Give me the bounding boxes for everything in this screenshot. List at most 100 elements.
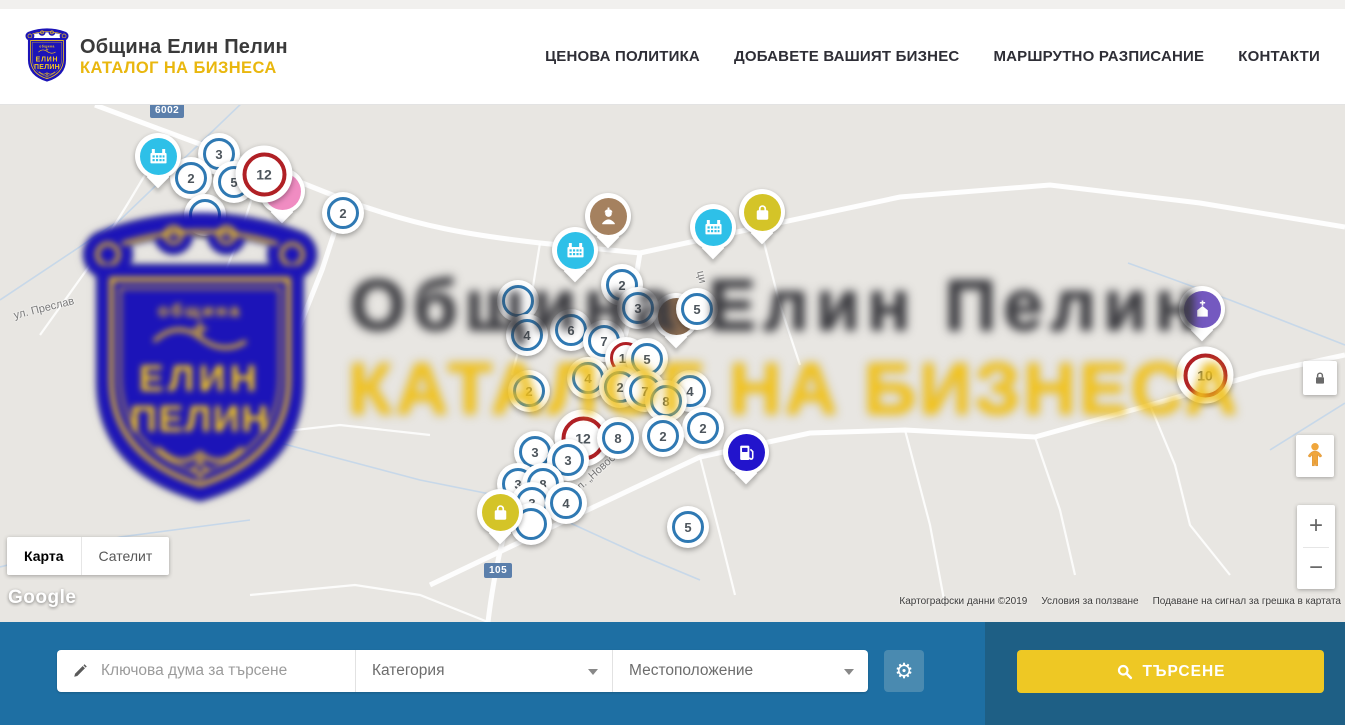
cluster-marker[interactable]: 5 bbox=[676, 288, 718, 330]
category-select[interactable]: Категория bbox=[355, 650, 612, 692]
cluster-marker[interactable]: 2 bbox=[508, 370, 550, 412]
category-value: Категория bbox=[372, 662, 444, 680]
cluster-marker[interactable]: 2 bbox=[322, 192, 364, 234]
header: община ЕЛИН ПЕЛИН Община Елин Пелин КАТА… bbox=[0, 9, 1345, 105]
search-bar: Категория Местоположение ⚙ ТЪРСЕНЕ bbox=[0, 622, 1345, 725]
attribution-text: Картографски данни ©2019 bbox=[899, 596, 1027, 607]
road-shield: 6002 bbox=[150, 105, 184, 118]
worker-pin-marker[interactable] bbox=[585, 193, 631, 239]
cluster-count bbox=[189, 199, 221, 231]
page: община ЕЛИН ПЕЛИН Община Елин Пелин КАТА… bbox=[0, 0, 1345, 725]
cluster-count: 8 bbox=[602, 422, 634, 454]
map-attribution: Картографски данни ©2019 Условия за ползв… bbox=[899, 596, 1341, 607]
cluster-count: 2 bbox=[687, 412, 719, 444]
cluster-count: 2 bbox=[327, 197, 359, 229]
lock-button[interactable] bbox=[1303, 361, 1337, 395]
svg-text:ЕЛИН: ЕЛИН bbox=[36, 56, 59, 63]
cluster-marker[interactable]: 5 bbox=[667, 506, 709, 548]
municipality-crest-icon: община ЕЛИН ПЕЛИН bbox=[24, 28, 70, 86]
road-shield: 105 bbox=[484, 563, 512, 578]
cluster-marker[interactable] bbox=[184, 194, 226, 236]
advanced-settings-button[interactable]: ⚙ bbox=[884, 650, 924, 692]
map-type-satellite-button[interactable]: Сателит bbox=[81, 537, 170, 575]
lock-icon bbox=[1312, 370, 1328, 386]
cluster-count bbox=[502, 285, 534, 317]
shopping-bag-icon bbox=[751, 201, 774, 224]
logo-link[interactable]: община ЕЛИН ПЕЛИН Община Елин Пелин КАТА… bbox=[24, 28, 288, 86]
church-icon bbox=[1191, 298, 1214, 321]
site-subtitle: КАТАЛОГ НА БИЗНЕСА bbox=[80, 59, 288, 78]
pencil-icon bbox=[71, 662, 89, 680]
cluster-marker[interactable]: 4 bbox=[506, 314, 548, 356]
logo-text: Община Елин Пелин КАТАЛОГ НА БИЗНЕСА bbox=[80, 36, 288, 78]
map-type-control: Карта Сателит bbox=[7, 537, 169, 575]
fuel-pump-icon bbox=[735, 441, 758, 464]
nav-link[interactable]: КОНТАКТИ bbox=[1238, 48, 1320, 65]
worker-icon bbox=[597, 205, 620, 228]
gear-icon: ⚙ bbox=[895, 659, 914, 684]
bag-pin-marker[interactable] bbox=[477, 489, 523, 535]
nav-link[interactable]: ДОБАВЕТЕ ВАШИЯТ БИЗНЕС bbox=[734, 48, 959, 65]
search-fields: Категория Местоположение bbox=[57, 650, 868, 692]
svg-text:ПЕЛИН: ПЕЛИН bbox=[34, 63, 60, 70]
cluster-count: 2 bbox=[175, 162, 207, 194]
google-logo[interactable]: Google bbox=[8, 587, 76, 609]
pin-core bbox=[482, 494, 519, 531]
nav-link[interactable]: ЦЕНОВА ПОЛИТИКА bbox=[545, 48, 700, 65]
keyword-input[interactable] bbox=[101, 662, 343, 680]
pin-core bbox=[590, 198, 627, 235]
cluster-marker[interactable]: 12 bbox=[236, 146, 293, 203]
cluster-count: 4 bbox=[511, 319, 543, 351]
zoom-control: + − bbox=[1297, 505, 1335, 589]
cluster-count: 4 bbox=[550, 487, 582, 519]
search-button[interactable]: ТЪРСЕНЕ bbox=[1017, 650, 1324, 693]
factory-pin-marker[interactable] bbox=[552, 227, 598, 273]
fuel-pin-marker[interactable] bbox=[723, 429, 769, 475]
search-icon bbox=[1116, 663, 1133, 680]
cluster-marker[interactable]: 8 bbox=[597, 417, 639, 459]
map-type-map-button[interactable]: Карта bbox=[7, 537, 81, 575]
search-button-label: ТЪРСЕНЕ bbox=[1143, 663, 1226, 681]
map-canvas[interactable]: 6002105ул. Преславбул. „Новоселци“ци 325… bbox=[0, 105, 1345, 622]
factory-pin-marker[interactable] bbox=[135, 133, 181, 179]
cluster-count: 5 bbox=[672, 511, 704, 543]
cluster-marker[interactable]: 3 bbox=[617, 287, 659, 329]
church-pin-marker[interactable] bbox=[1179, 286, 1225, 332]
cluster-count: 8 bbox=[650, 385, 682, 417]
shopping-bag-icon bbox=[489, 501, 512, 524]
cluster-count: 5 bbox=[681, 293, 713, 325]
pegman-button[interactable] bbox=[1296, 435, 1334, 477]
cluster-marker[interactable]: 2 bbox=[682, 407, 724, 449]
location-value: Местоположение bbox=[629, 662, 753, 680]
attribution-link[interactable]: Условия за ползване bbox=[1041, 596, 1138, 607]
keyword-field bbox=[57, 650, 355, 692]
pegman-icon bbox=[1303, 441, 1327, 471]
pin-core bbox=[744, 194, 781, 231]
zoom-out-button[interactable]: − bbox=[1297, 548, 1335, 590]
top-strip bbox=[0, 0, 1345, 9]
cluster-count: 2 bbox=[513, 375, 545, 407]
chevron-down-icon bbox=[844, 669, 854, 675]
cluster-count: 3 bbox=[622, 292, 654, 324]
location-select[interactable]: Местоположение bbox=[612, 650, 868, 692]
pin-core bbox=[695, 209, 732, 246]
main-nav: ЦЕНОВА ПОЛИТИКА ДОБАВЕТЕ ВАШИЯТ БИЗНЕС МАР… bbox=[545, 48, 1320, 65]
chevron-down-icon bbox=[588, 669, 598, 675]
attribution-link[interactable]: Подаване на сигнал за грешка в картата bbox=[1153, 596, 1341, 607]
factory-icon bbox=[564, 239, 587, 262]
cluster-count: 2 bbox=[647, 420, 679, 452]
pin-core bbox=[140, 138, 177, 175]
pin-core bbox=[1184, 291, 1221, 328]
pin-core bbox=[728, 434, 765, 471]
factory-icon bbox=[702, 216, 725, 239]
cluster-marker[interactable]: 2 bbox=[642, 415, 684, 457]
bag-pin-marker[interactable] bbox=[739, 189, 785, 235]
factory-pin-marker[interactable] bbox=[690, 204, 736, 250]
nav-link[interactable]: МАРШРУТНО РАЗПИСАНИЕ bbox=[993, 48, 1204, 65]
factory-icon bbox=[147, 145, 170, 168]
street-label: ци bbox=[694, 270, 708, 285]
site-title: Община Елин Пелин bbox=[80, 36, 288, 59]
pin-core bbox=[557, 232, 594, 269]
cluster-marker[interactable]: 10 bbox=[1177, 347, 1234, 404]
zoom-in-button[interactable]: + bbox=[1297, 505, 1335, 547]
